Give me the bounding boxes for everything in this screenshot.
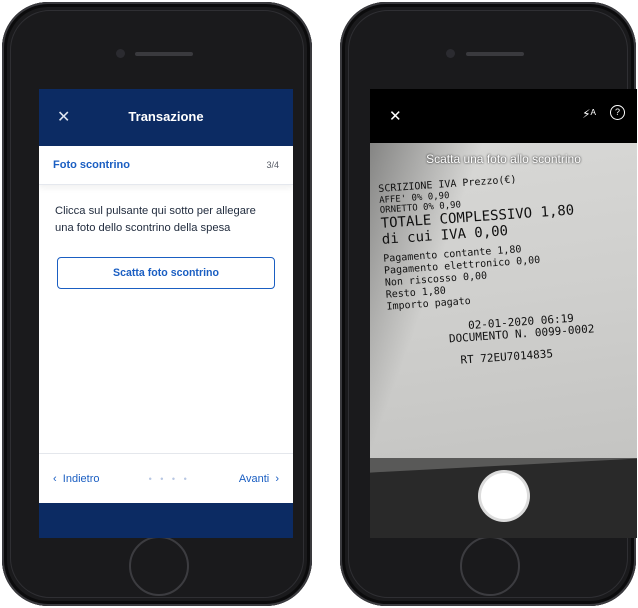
- close-icon[interactable]: ✕: [389, 107, 402, 125]
- step-header: Foto scontrino 3/4: [39, 146, 293, 185]
- camera-controls: [370, 458, 637, 538]
- help-icon[interactable]: ?: [610, 105, 625, 120]
- step-counter: 3/4: [266, 160, 279, 170]
- take-receipt-photo-button[interactable]: Scatta foto scontrino: [57, 257, 275, 289]
- instruction-text: Clicca sul pulsante qui sotto per allega…: [55, 205, 256, 234]
- receipt-text: SCRIZIONE IVA Prezzo(€) AFFE' 0% 0,90 OR…: [378, 167, 637, 372]
- flash-auto-icon[interactable]: ⚡ᴬ: [582, 107, 596, 121]
- next-label: Avanti: [238, 473, 270, 485]
- home-button[interactable]: [460, 536, 520, 596]
- camera-caption: Scatta una foto allo scontrino: [426, 152, 581, 166]
- phone-frame-left: ✕ Transazione Foto scontrino 3/4 Clicca …: [2, 2, 312, 606]
- page-title: Transazione: [128, 109, 204, 124]
- phone-frame-right: SCRIZIONE IVA Prezzo(€) AFFE' 0% 0,90 OR…: [340, 2, 637, 606]
- step-title: Foto scontrino: [53, 159, 130, 171]
- bottom-navigation: ‹ Indietro • • • • Avanti ›: [39, 453, 293, 504]
- chevron-right-icon: ›: [275, 473, 279, 485]
- app-header: ✕ Transazione: [39, 89, 293, 146]
- earpiece-speaker: [135, 52, 193, 56]
- page-dots: • • • •: [148, 474, 190, 484]
- next-button[interactable]: Avanti ›: [239, 473, 279, 485]
- bottom-bar: [39, 503, 293, 538]
- home-button[interactable]: [129, 536, 189, 596]
- front-camera: [116, 49, 125, 58]
- shutter-button[interactable]: [480, 473, 527, 519]
- front-camera: [446, 49, 455, 58]
- transaction-screen: ✕ Transazione Foto scontrino 3/4 Clicca …: [39, 89, 293, 538]
- camera-screen: SCRIZIONE IVA Prezzo(€) AFFE' 0% 0,90 OR…: [370, 89, 637, 538]
- chevron-left-icon: ‹: [53, 473, 57, 485]
- back-label: Indietro: [62, 473, 100, 485]
- camera-toolbar: ✕ ⚡ᴬ ?: [370, 89, 637, 143]
- earpiece-speaker: [466, 52, 524, 56]
- back-button[interactable]: ‹ Indietro: [53, 473, 100, 485]
